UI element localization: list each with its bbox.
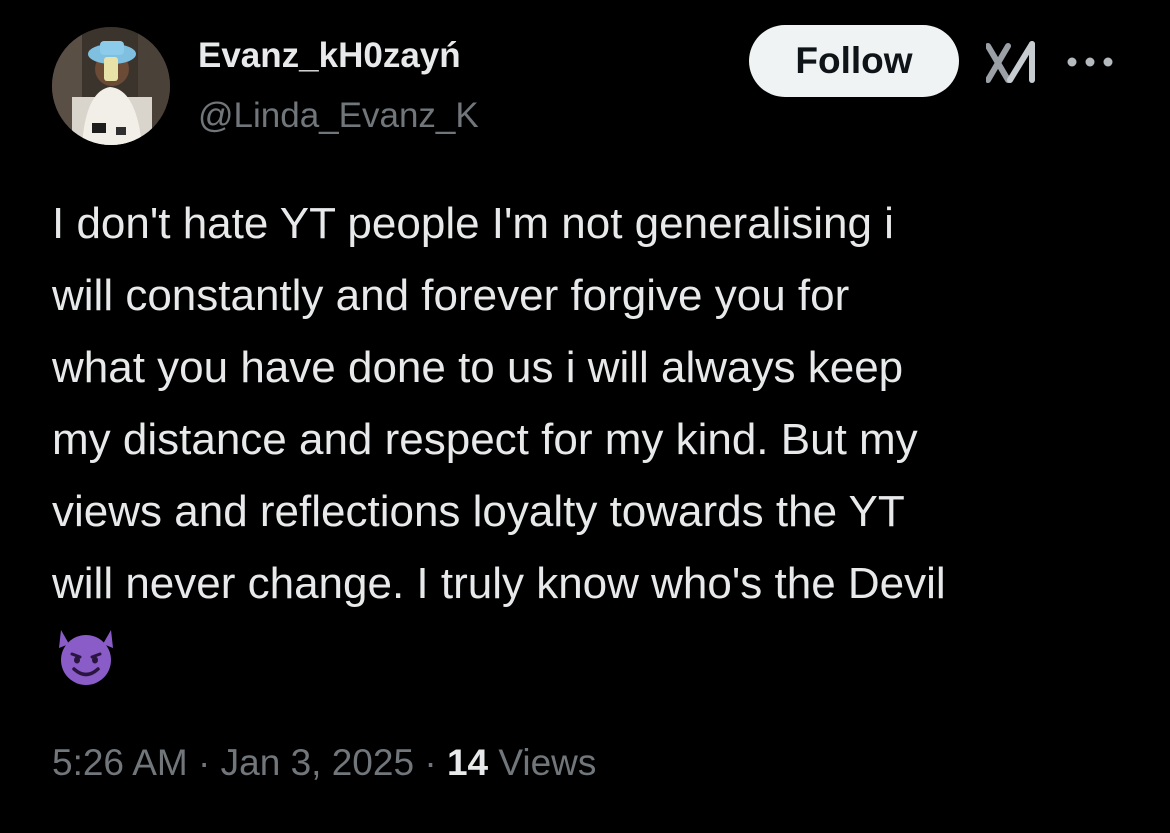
meta-separator: · xyxy=(424,742,437,783)
avatar-image xyxy=(52,27,170,145)
display-name[interactable]: Evanz_kH0zayń xyxy=(198,36,461,76)
tweet-time[interactable]: 5:26 AM xyxy=(52,742,188,783)
tweet-text: I don't hate YT people I'm not generalis… xyxy=(52,199,946,608)
user-handle[interactable]: @Linda_Evanz_K xyxy=(198,96,479,136)
views-count[interactable]: 14 xyxy=(447,742,488,783)
grok-icon[interactable] xyxy=(986,40,1038,84)
smiling-face-with-horns-icon xyxy=(59,630,113,685)
meta-separator: · xyxy=(198,742,211,783)
more-icon[interactable] xyxy=(1066,54,1114,70)
tweet-date[interactable]: Jan 3, 2025 xyxy=(221,742,414,783)
follow-button[interactable]: Follow xyxy=(749,25,959,97)
tweet-meta: 5:26 AM · Jan 3, 2025 · 14 Views xyxy=(52,742,596,784)
views-label[interactable]: Views xyxy=(498,742,596,783)
avatar[interactable] xyxy=(52,27,170,145)
